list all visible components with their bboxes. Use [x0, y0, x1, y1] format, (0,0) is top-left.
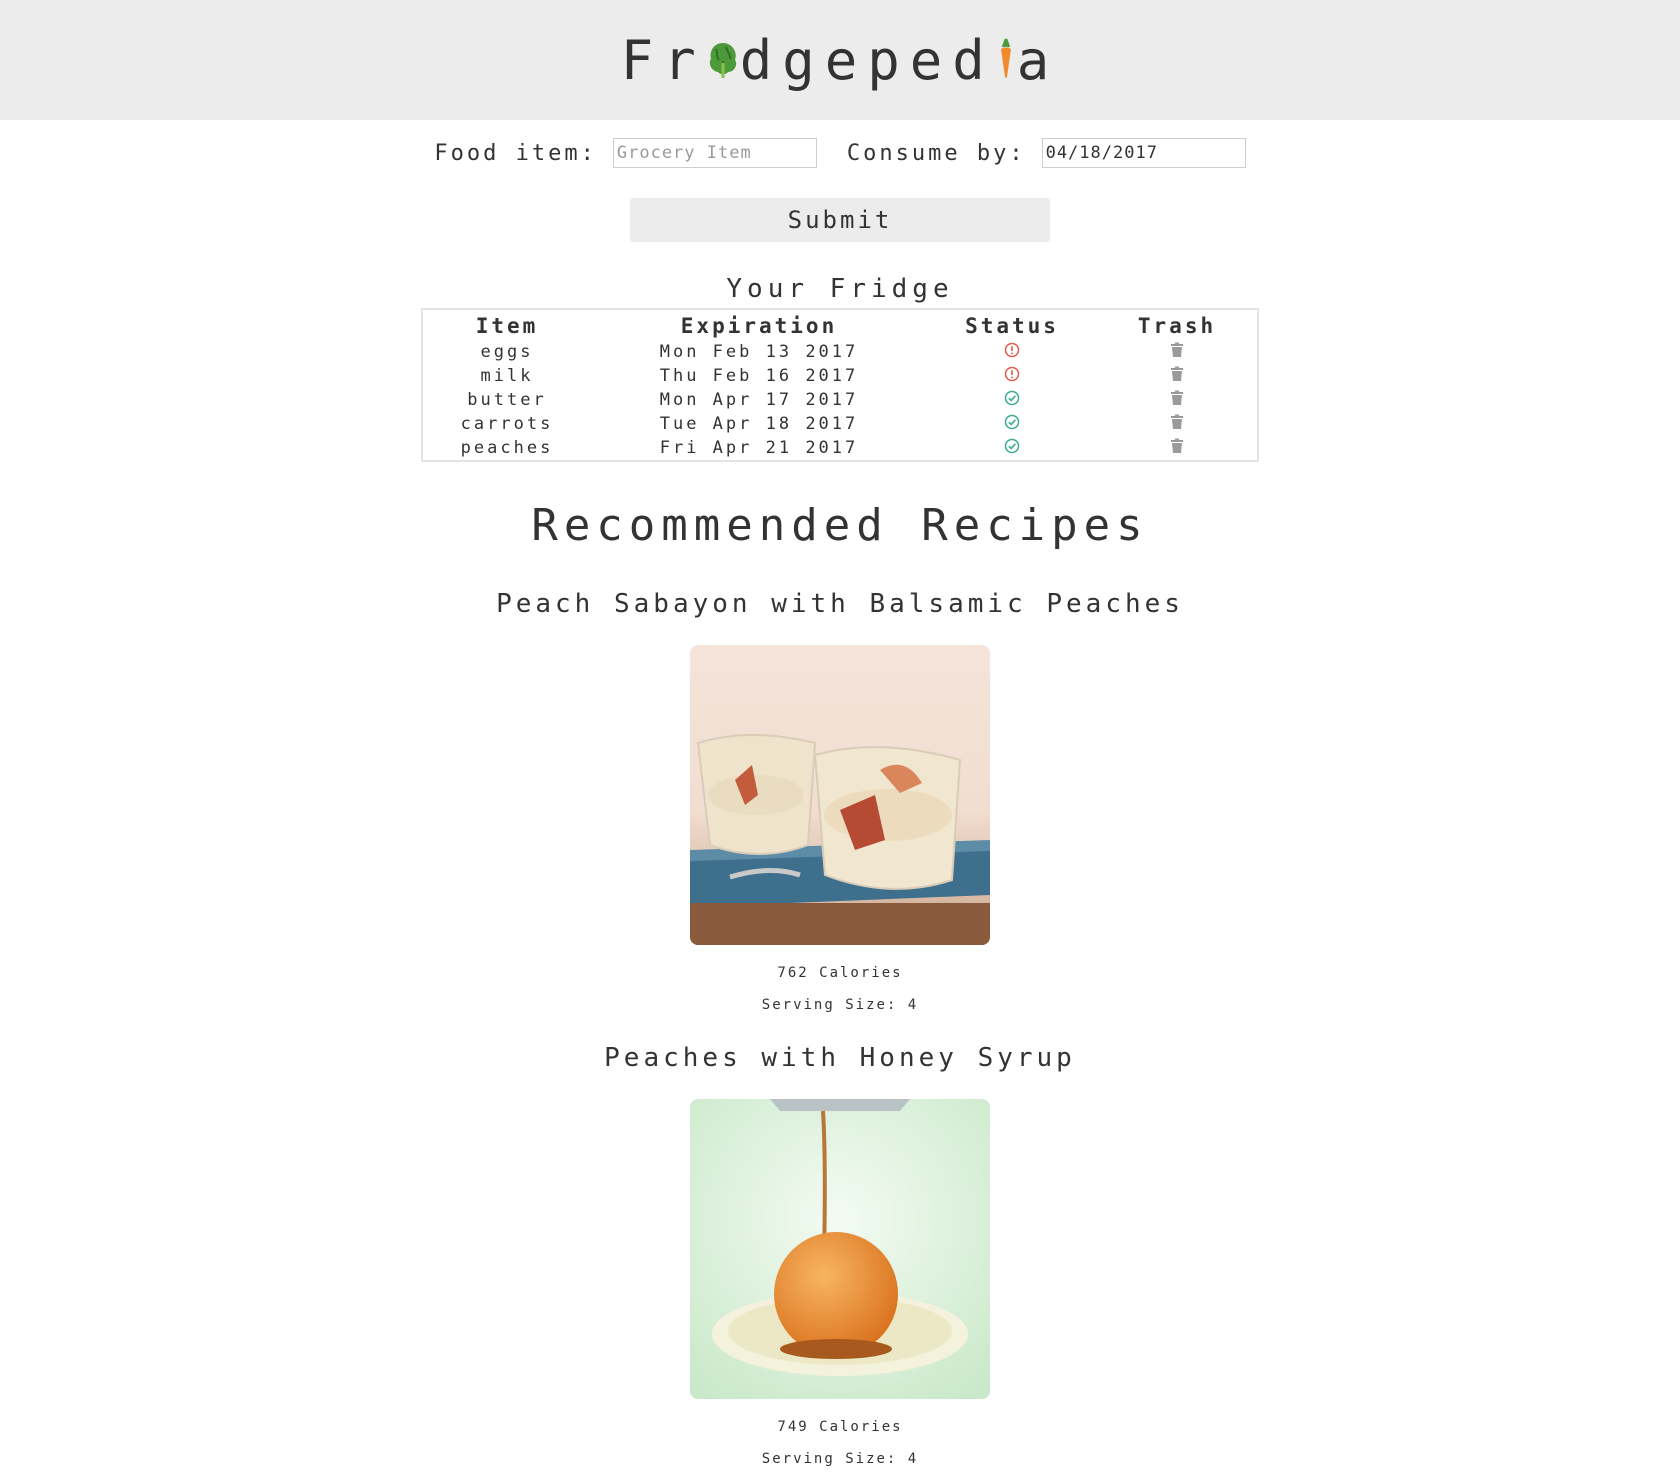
table-row: milk Thu Feb 16 2017: [422, 364, 1258, 388]
column-header-status: Status: [965, 314, 1059, 338]
recipe-calories: 749 Calories: [777, 1419, 903, 1435]
column-header-item: Item: [475, 314, 539, 338]
recipe-card: Peaches with Honey Syrup 749 Calories Se…: [0, 1043, 1680, 1467]
recipe-calories: 762 Calories: [777, 965, 903, 981]
recipe-serving-size: Serving Size: 4: [761, 997, 919, 1013]
item-expiration: Mon Apr 17 2017: [659, 390, 859, 410]
item-expiration: Fri Apr 21 2017: [659, 438, 859, 458]
table-row: butter Mon Apr 17 2017: [422, 388, 1258, 412]
item-expiration: Thu Feb 16 2017: [659, 366, 859, 386]
recipe-title[interactable]: Peaches with Honey Syrup: [0, 1043, 1680, 1073]
recipe-image[interactable]: [690, 1099, 990, 1399]
item-name: eggs: [480, 342, 534, 362]
column-header-trash: Trash: [1137, 314, 1217, 338]
column-header-expiration: Expiration: [680, 314, 838, 338]
table-row: eggs Mon Feb 13 2017: [422, 340, 1258, 364]
lettuce-icon: [706, 29, 740, 92]
logo-text-part1: Fr: [620, 28, 706, 92]
recipe-card: Peach Sabayon with Balsamic Peaches 762 …: [0, 589, 1680, 1013]
submit-button[interactable]: Submit: [630, 198, 1050, 242]
fridge-title: Your Fridge: [726, 274, 954, 304]
check-circle-icon: [1004, 438, 1020, 459]
item-name: carrots: [460, 414, 554, 434]
consume-by-input[interactable]: [1041, 138, 1246, 168]
carrot-icon: [995, 29, 1017, 92]
item-expiration: Mon Feb 13 2017: [659, 342, 859, 362]
food-item-label: Food item:: [434, 140, 597, 166]
recipe-title[interactable]: Peach Sabayon with Balsamic Peaches: [0, 589, 1680, 619]
alert-circle-icon: [1004, 366, 1020, 387]
table-row: carrots Tue Apr 18 2017: [422, 412, 1258, 436]
header: Fr dgeped a: [0, 0, 1680, 120]
item-name: peaches: [460, 438, 554, 458]
logo-text-part2: dgeped: [739, 28, 995, 92]
trash-icon[interactable]: [1170, 342, 1184, 363]
recommended-recipes-heading: Recommended Recipes: [531, 500, 1149, 551]
alert-circle-icon: [1004, 342, 1020, 363]
trash-icon[interactable]: [1170, 414, 1184, 435]
app-logo[interactable]: Fr dgeped a: [621, 29, 1060, 92]
check-circle-icon: [1004, 414, 1020, 435]
trash-icon[interactable]: [1170, 390, 1184, 411]
add-item-form: Food item: Consume by:: [0, 138, 1680, 168]
table-row: peaches Fri Apr 21 2017: [422, 436, 1258, 461]
recipe-serving-size: Serving Size: 4: [761, 1451, 919, 1467]
item-name: butter: [467, 390, 547, 410]
recipe-image[interactable]: [690, 645, 990, 945]
trash-icon[interactable]: [1170, 438, 1184, 459]
fridge-table: Item Expiration Status Trash eggs Mon Fe…: [421, 308, 1259, 462]
trash-icon[interactable]: [1170, 366, 1184, 387]
consume-by-label: Consume by:: [846, 140, 1026, 166]
item-expiration: Tue Apr 18 2017: [659, 414, 859, 434]
food-item-input[interactable]: [612, 138, 817, 168]
check-circle-icon: [1004, 390, 1020, 411]
logo-text-part3: a: [1016, 28, 1060, 92]
item-name: milk: [480, 366, 534, 386]
